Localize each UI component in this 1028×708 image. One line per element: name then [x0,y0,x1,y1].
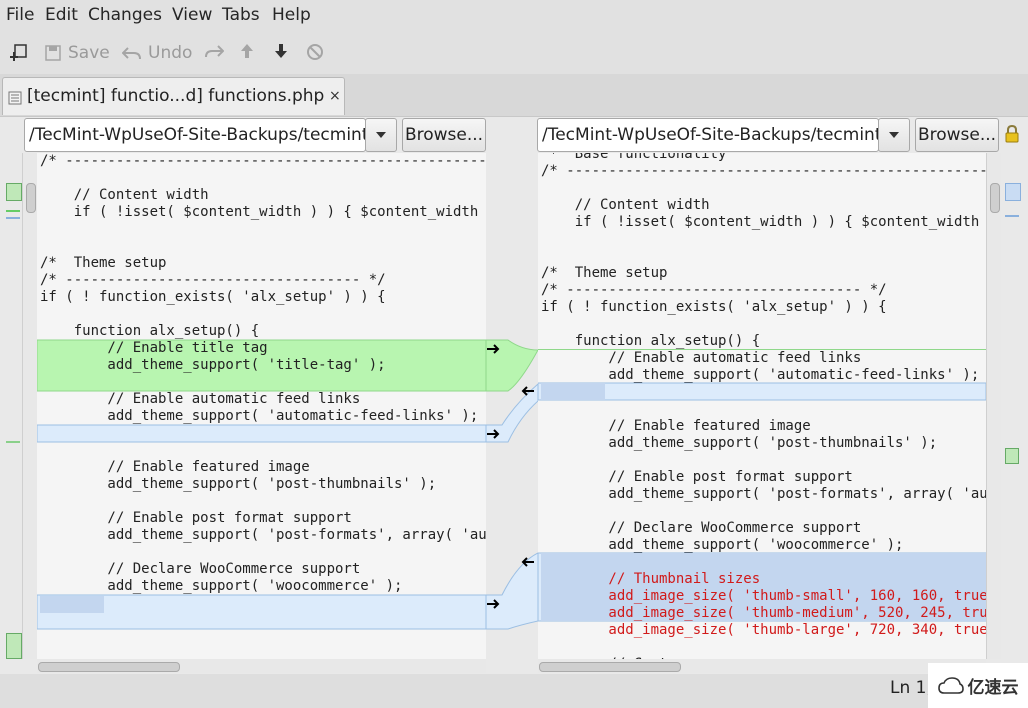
undo-icon [122,47,141,60]
left-code-line: // Enable featured image [40,459,310,475]
left-code-line: // Declare WooCommerce support [40,561,361,577]
left-horizontal-scroll-thumb[interactable] [38,662,180,672]
right-code-line: add_image_size( 'thumb-large', 720, 340,… [541,622,986,638]
left-code-line: add_theme_support( 'post-thumbnails' ); [40,476,437,492]
left-code-line: add_theme_support( 'woocommerce' ); [40,578,403,594]
right-code-line: if ( ! function_exists( 'alx_setup' ) ) … [541,299,887,315]
next-change-button[interactable] [274,43,288,59]
left-code-lines: /* -------------------------------------… [40,153,486,659]
right-code-line: // Thumbnail sizes [541,571,761,587]
left-code-line: add_theme_support( 'post-formats', array… [40,527,486,543]
left-text-pane[interactable]: /* -------------------------------------… [37,153,486,659]
redo-button[interactable] [204,43,224,59]
menu-tabs[interactable]: Tabs [222,5,260,25]
document-icon [8,91,22,105]
right-vertical-scrollbar[interactable] [986,153,1001,659]
right-code-line: add_theme_support( 'woocommerce' ); [541,537,904,553]
left-path-field[interactable]: /TecMint-WpUseOf-Site-Backups/tecmint/wp… [24,118,366,152]
undo-label: Undo [148,43,193,63]
left-code-line: /* ----------------------------------- *… [40,272,386,288]
left-code-line: // Content width [40,187,209,203]
right-code-line: add_theme_support( 'post-thumbnails' ); [541,435,938,451]
left-browse-button[interactable]: Browse... [402,118,486,152]
left-vertical-scrollbar[interactable] [22,153,37,659]
status-bar: Ln 1, [0,674,1028,708]
left-code-line: add_theme_support( 'automatic-feed-links… [40,408,479,424]
watermark-text: 亿速云 [967,678,1019,698]
right-code-line: if ( !isset( $content_width ) ) { $conte… [541,214,986,230]
menu-view[interactable]: View [172,5,212,25]
right-code-line: // Content width [541,197,710,213]
left-path-dropdown-button[interactable] [365,118,397,152]
left-horizontal-scrollbar[interactable] [37,659,486,673]
right-horizontal-scroll-thumb[interactable] [539,662,681,672]
menu-changes[interactable]: Changes [88,5,162,25]
right-text-pane[interactable]: * Base functionality /* ----------------… [538,153,986,659]
previous-change-button[interactable] [240,43,254,59]
right-overview-map[interactable] [1001,153,1028,659]
left-code-line: // Enable automatic feed links [40,391,361,407]
cloud-icon [937,676,964,694]
right-path-field[interactable]: /TecMint-WpUseOf-Site-Backups/tecmint/wp… [537,118,879,152]
watermark-logo: 亿速云 [928,663,1028,708]
tab-bar: [tecmint] functio...d] functions.php × [0,74,1028,116]
right-code-line: add_theme_support( 'automatic-feed-links… [541,367,980,383]
right-horizontal-scrollbar[interactable] [538,659,986,673]
left-vertical-scroll-thumb[interactable] [26,183,36,213]
new-comparison-icon [10,44,27,61]
right-code-line: // Enable featured image [541,418,811,434]
right-path-dropdown-button[interactable] [878,118,910,152]
arrow-down-icon [275,44,287,58]
right-code-line: * Base functionality [541,153,727,162]
tab-functions-php[interactable]: [tecmint] functio...d] functions.php × [2,77,345,115]
stop-button[interactable] [306,43,324,61]
left-code-line: function alx_setup() { [40,323,260,339]
save-label: Save [68,43,110,63]
redo-icon [205,45,224,58]
right-code-line: // Declare WooCommerce support [541,520,862,536]
right-code-line: function alx_setup() { [541,333,761,349]
lock-icon [1005,125,1019,143]
right-vertical-scroll-thumb[interactable] [990,183,1000,213]
left-code-line: /* Theme setup [40,255,167,271]
right-code-line: /* ----------------------------------- *… [541,282,887,298]
left-overview-map[interactable] [0,153,22,659]
left-code-line: /* -------------------------------------… [40,153,486,169]
left-code-line: add_theme_support( 'title-tag' ); [40,357,386,373]
menu-bar: File Edit Changes View Tabs Help [0,0,1028,32]
left-code-line: // Enable post format support [40,510,352,526]
toolbar: Save Undo [0,32,1028,74]
save-icon [45,45,61,61]
right-code-line: // Enable post format support [541,469,853,485]
right-code-line: add_image_size( 'thumb-medium', 520, 245… [541,605,986,621]
right-path-text: /TecMint-WpUseOf-Site-Backups/tecmint/wp… [542,125,878,145]
right-code-line: add_image_size( 'thumb-small', 160, 160,… [541,588,986,604]
tab-title: [tecmint] functio...d] functions.php [27,86,325,106]
diff-connector-gutter [486,339,538,630]
left-code-line: if ( !isset( $content_width ) ) { $conte… [40,204,486,220]
save-button[interactable]: Save [44,43,110,63]
right-browse-button[interactable]: Browse... [915,118,999,152]
new-comparison-button[interactable] [10,44,28,62]
left-code-line: if ( ! function_exists( 'alx_setup' ) ) … [40,289,386,305]
tab-close-button[interactable]: × [329,88,341,104]
arrow-up-icon [241,44,253,58]
right-code-line: add_theme_support( 'post-formats', array… [541,486,986,502]
cursor-position: Ln 1, [890,678,932,698]
menu-help[interactable]: Help [272,5,311,25]
left-path-text: /TecMint-WpUseOf-Site-Backups/tecmint/wp… [29,125,365,145]
undo-button[interactable]: Undo [122,43,192,63]
right-code-line: /* Theme setup [541,265,668,281]
right-code-line: // Enable automatic feed links [541,350,862,366]
right-code-lines: * Base functionality /* ----------------… [541,153,986,659]
stop-icon [307,44,323,60]
menu-file[interactable]: File [6,5,34,25]
right-code-line: /* -------------------------------------… [541,163,986,179]
left-code-line: // Enable title tag [40,340,268,356]
menu-edit[interactable]: Edit [45,5,78,25]
